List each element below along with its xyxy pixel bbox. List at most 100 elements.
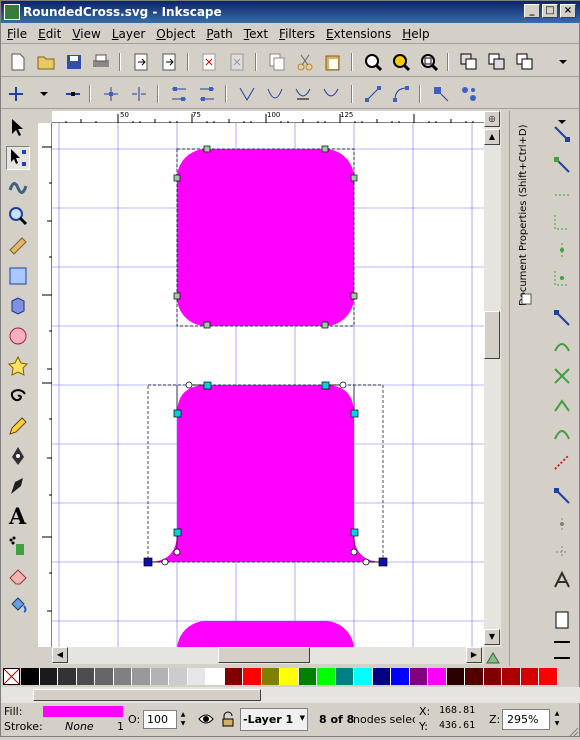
calligraphy-tool-icon[interactable] [6, 474, 30, 498]
zoom-corner-icon[interactable]: ◎ [484, 111, 500, 127]
snap-bbox-edges-icon[interactable] [550, 183, 574, 207]
pen-tool-icon[interactable] [6, 444, 30, 468]
rectangle-tool-icon[interactable] [6, 264, 30, 288]
menu-view[interactable]: View [66, 24, 105, 41]
undo-icon[interactable] [199, 52, 219, 72]
cusp-node-icon[interactable] [237, 84, 257, 104]
stroke-indicator[interactable]: None [65, 720, 94, 733]
unlink-clone-icon[interactable] [515, 52, 535, 72]
zoom-spinner-icon[interactable]: ▲ ▼ [551, 709, 563, 730]
import-icon[interactable] [131, 52, 151, 72]
close-button[interactable]: × [560, 4, 576, 18]
paint-bucket-tool-icon[interactable] [6, 594, 30, 618]
color-swatch[interactable] [150, 668, 169, 685]
color-swatch[interactable] [58, 668, 77, 685]
rounded-square-top[interactable] [177, 149, 354, 326]
color-swatch[interactable] [428, 668, 447, 685]
menu-filters[interactable]: Filters [273, 24, 320, 41]
color-swatch[interactable] [261, 668, 280, 685]
menu-layer[interactable]: Layer [106, 24, 150, 41]
cross-shape-middle[interactable] [148, 385, 383, 562]
opacity-spinner-icon[interactable]: ▲ ▼ [177, 710, 189, 729]
color-swatch[interactable] [483, 668, 502, 685]
join-segment-icon[interactable] [169, 84, 189, 104]
zoom-tool-icon[interactable] [6, 204, 30, 228]
no-paint-swatch[interactable] [3, 668, 20, 685]
ellipse-tool-icon[interactable] [6, 324, 30, 348]
snap-page-icon[interactable] [550, 608, 574, 632]
color-swatch[interactable] [317, 668, 336, 685]
color-swatch[interactable] [132, 668, 151, 685]
menu-file[interactable]: File [1, 24, 32, 41]
open-icon[interactable] [36, 52, 56, 72]
menu-help[interactable]: Help [396, 24, 434, 41]
drawing-canvas[interactable] [52, 123, 484, 647]
stroke-to-path-icon[interactable] [459, 84, 479, 104]
color-swatch[interactable] [95, 668, 114, 685]
menu-path[interactable]: Path [200, 24, 237, 41]
zoom-input[interactable]: 295% [502, 709, 550, 730]
star-tool-icon[interactable] [6, 354, 30, 378]
clone-icon[interactable] [487, 52, 507, 72]
insert-node-icon[interactable] [6, 84, 26, 104]
eraser-tool-icon[interactable] [6, 564, 30, 588]
scroll-right-arrow-icon[interactable]: ▶ [466, 647, 482, 663]
snap-rotation-center-icon[interactable] [550, 512, 574, 536]
zoom-page-icon[interactable] [419, 52, 439, 72]
resize-grip-icon[interactable] [567, 727, 579, 738]
color-swatch[interactable] [335, 668, 354, 685]
opacity-input[interactable]: 100 [143, 710, 177, 729]
break-path-icon[interactable] [129, 84, 149, 104]
menu-object[interactable]: Object [150, 24, 200, 41]
copy-icon[interactable] [267, 52, 287, 72]
zoom-drawing-icon[interactable] [391, 52, 411, 72]
minimize-button[interactable]: _ [524, 4, 540, 18]
palette-scroll-thumb[interactable] [33, 689, 261, 701]
redo-icon[interactable] [227, 52, 247, 72]
color-swatch[interactable] [298, 668, 317, 685]
document-properties-dock-tab[interactable]: Document Properties (Shift+Ctrl+D) [518, 125, 538, 316]
rounded-shape-bottom[interactable] [177, 621, 354, 647]
save-icon[interactable] [64, 52, 84, 72]
3d-box-tool-icon[interactable] [6, 294, 30, 318]
maximize-button[interactable]: □ [542, 4, 558, 18]
color-manage-icon[interactable] [485, 649, 501, 665]
join-nodes-icon[interactable] [101, 84, 121, 104]
text-tool-icon[interactable]: A [6, 504, 30, 528]
color-swatch[interactable] [224, 668, 243, 685]
menu-text[interactable]: Text [238, 24, 273, 41]
print-icon[interactable] [91, 52, 111, 72]
layer-lock-icon[interactable] [221, 711, 235, 727]
snap-page-border-icon[interactable] [550, 540, 574, 564]
menu-extensions[interactable]: Extensions [320, 24, 396, 41]
snap-text-baseline-icon[interactable] [550, 568, 574, 592]
color-swatch[interactable] [113, 668, 132, 685]
snap-bbox-corners-icon[interactable] [550, 210, 574, 234]
color-swatch[interactable] [169, 668, 188, 685]
color-swatch[interactable] [520, 668, 539, 685]
snap-bbox-centers-icon[interactable] [550, 266, 574, 290]
toolbar-overflow-icon[interactable] [553, 52, 573, 72]
delete-node-icon[interactable] [63, 84, 83, 104]
vertical-scroll-thumb[interactable] [484, 311, 500, 359]
zoom-selection-icon[interactable] [363, 52, 383, 72]
make-curve-icon[interactable] [391, 84, 411, 104]
scroll-up-arrow-icon[interactable]: ▲ [484, 129, 500, 145]
snap-bbox-icon[interactable] [550, 153, 574, 177]
insert-node-dropdown-icon[interactable] [34, 84, 54, 104]
paste-icon[interactable] [323, 52, 343, 72]
symmetric-node-icon[interactable] [293, 84, 313, 104]
snap-enable-icon[interactable] [550, 122, 574, 146]
spiral-tool-icon[interactable] [6, 384, 30, 408]
fill-indicator[interactable] [43, 706, 123, 717]
snap-intersections-icon[interactable] [550, 364, 574, 388]
make-line-icon[interactable] [363, 84, 383, 104]
snap-paths-icon[interactable] [550, 334, 574, 358]
color-swatch[interactable] [502, 668, 521, 685]
snap-cusp-nodes-icon[interactable] [550, 394, 574, 418]
color-swatch[interactable] [409, 668, 428, 685]
cut-icon[interactable] [295, 52, 315, 72]
delete-segment-icon[interactable] [197, 84, 217, 104]
auto-smooth-node-icon[interactable] [321, 84, 341, 104]
color-swatch[interactable] [391, 668, 410, 685]
